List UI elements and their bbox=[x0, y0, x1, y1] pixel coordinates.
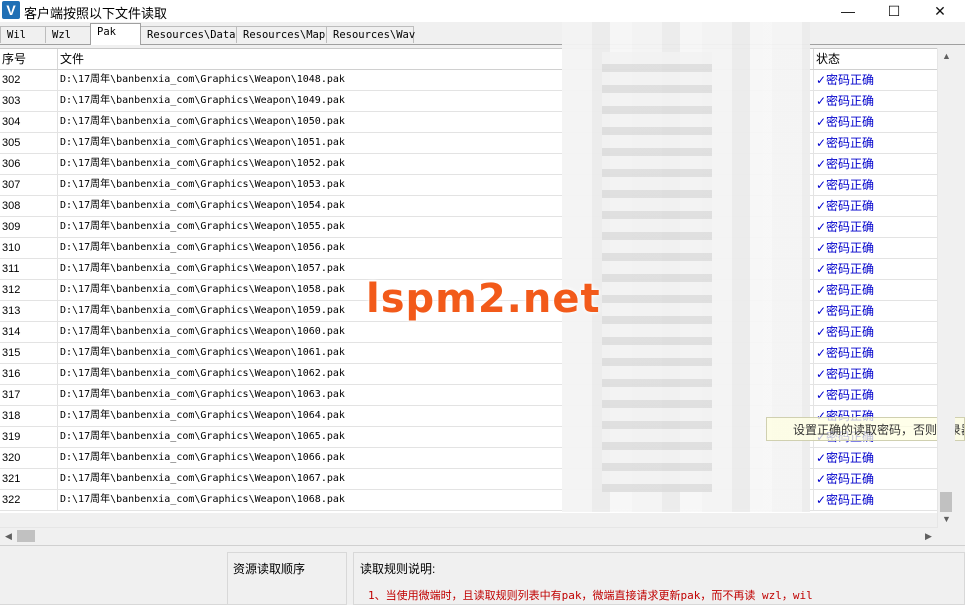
resource-order-label: 资源读取顺序 bbox=[233, 562, 306, 576]
vertical-scroll-thumb[interactable] bbox=[940, 492, 952, 512]
row-index: 316 bbox=[0, 364, 58, 384]
row-index: 307 bbox=[0, 175, 58, 195]
tab-pak[interactable]: Pak bbox=[90, 23, 141, 45]
row-status: ✓密码正确 bbox=[816, 241, 875, 255]
row-index: 303 bbox=[0, 91, 58, 111]
rules-label: 读取规则说明: bbox=[360, 562, 436, 576]
row-status: ✓密码正确 bbox=[816, 262, 875, 276]
header-index[interactable]: 序号 bbox=[0, 49, 58, 69]
row-index: 314 bbox=[0, 322, 58, 342]
row-status: ✓密码正确 bbox=[816, 178, 875, 192]
maximize-button[interactable]: ☐ bbox=[871, 0, 917, 22]
tab-resources-data[interactable]: Resources\Data bbox=[140, 26, 237, 43]
row-index: 308 bbox=[0, 196, 58, 216]
row-status: ✓密码正确 bbox=[816, 283, 875, 297]
row-status: ✓密码正确 bbox=[816, 115, 875, 129]
row-index: 317 bbox=[0, 385, 58, 405]
scroll-right-icon[interactable]: ▶ bbox=[920, 528, 937, 545]
row-index: 318 bbox=[0, 406, 58, 426]
resource-order-panel: 资源读取顺序 bbox=[227, 552, 347, 605]
title-bar: V 客户端按照以下文件读取 — ☐ ✕ bbox=[0, 0, 965, 22]
row-status: ✓密码正确 bbox=[816, 367, 875, 381]
tab-resources-map[interactable]: Resources\Map bbox=[236, 26, 327, 43]
rules-panel: 读取规则说明: 1、当使用微端时，且读取规则列表中有pak，微端直接请求更新pa… bbox=[353, 552, 965, 605]
row-index: 304 bbox=[0, 112, 58, 132]
tab-resources-wav[interactable]: Resources\Wav bbox=[326, 26, 415, 43]
row-index: 312 bbox=[0, 280, 58, 300]
watermark-text: lspm2.net bbox=[366, 276, 601, 322]
row-index: 309 bbox=[0, 217, 58, 237]
row-index: 322 bbox=[0, 490, 58, 510]
row-status: ✓密码正确 bbox=[816, 199, 875, 213]
row-status: ✓密码正确 bbox=[816, 346, 875, 360]
row-status: ✓密码正确 bbox=[816, 304, 875, 318]
row-status: ✓密码正确 bbox=[816, 220, 875, 234]
row-status: ✓密码正确 bbox=[816, 73, 875, 87]
minimize-button[interactable]: — bbox=[825, 0, 871, 22]
row-index: 313 bbox=[0, 301, 58, 321]
row-status: ✓密码正确 bbox=[816, 94, 875, 108]
row-status: ✓密码正确 bbox=[816, 472, 875, 486]
row-status: ✓密码正确 bbox=[816, 388, 875, 402]
row-index: 311 bbox=[0, 259, 58, 279]
row-index: 321 bbox=[0, 469, 58, 489]
row-index: 306 bbox=[0, 154, 58, 174]
row-status: ✓密码正确 bbox=[816, 325, 875, 339]
tab-strip: Wil Wzl Pak Resources\Data Resources\Map… bbox=[0, 23, 965, 45]
close-button[interactable]: ✕ bbox=[917, 0, 963, 22]
row-index: 310 bbox=[0, 238, 58, 258]
row-status: ✓密码正确 bbox=[816, 493, 875, 507]
horizontal-scrollbar[interactable]: ◀ ▶ bbox=[0, 527, 937, 545]
tooltip: 设置正确的读取密码，否则登录器 bbox=[766, 417, 965, 441]
horizontal-scroll-thumb[interactable] bbox=[17, 530, 35, 542]
tab-wil[interactable]: Wil bbox=[0, 26, 46, 43]
row-index: 302 bbox=[0, 70, 58, 90]
header-status[interactable]: 状态 bbox=[814, 49, 937, 69]
row-index: 319 bbox=[0, 427, 58, 447]
bottom-area: 资源读取顺序 读取规则说明: 1、当使用微端时，且读取规则列表中有pak，微端直… bbox=[0, 545, 965, 605]
scroll-down-icon[interactable]: ▼ bbox=[938, 511, 955, 528]
row-status: ✓密码正确 bbox=[816, 451, 875, 465]
app-logo-icon: V bbox=[2, 1, 20, 19]
row-status: ✓密码正确 bbox=[816, 157, 875, 171]
scroll-left-icon[interactable]: ◀ bbox=[0, 528, 17, 545]
row-index: 320 bbox=[0, 448, 58, 468]
rule-line-1: 1、当使用微端时，且读取规则列表中有pak，微端直接请求更新pak，而不再读 w… bbox=[368, 589, 813, 602]
left-panel bbox=[0, 552, 228, 605]
row-index: 315 bbox=[0, 343, 58, 363]
window-title: 客户端按照以下文件读取 bbox=[24, 6, 168, 21]
tab-wzl[interactable]: Wzl bbox=[45, 26, 91, 43]
scroll-up-icon[interactable]: ▲ bbox=[938, 48, 955, 65]
vertical-scrollbar[interactable]: ▲ ▼ bbox=[937, 48, 955, 528]
row-status: ✓密码正确 bbox=[816, 136, 875, 150]
row-index: 305 bbox=[0, 133, 58, 153]
